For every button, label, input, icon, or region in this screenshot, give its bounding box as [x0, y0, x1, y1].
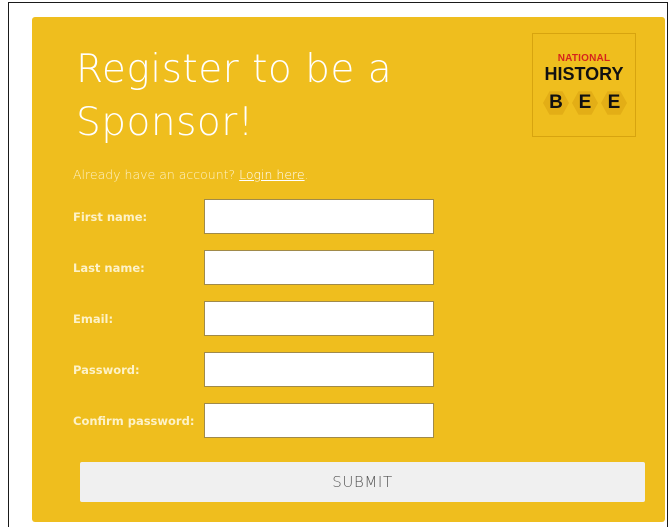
logo-hexagon-icon: E — [572, 90, 598, 116]
logo-letter: B — [549, 92, 563, 113]
email-input[interactable] — [204, 301, 434, 336]
logo-text-history: HISTORY — [544, 64, 624, 84]
page-title: Register to be a Sponsor! — [76, 47, 393, 145]
first-name-label: First name: — [73, 210, 148, 224]
first-name-input[interactable] — [204, 199, 434, 234]
logo-text-national: NATIONAL — [557, 53, 611, 64]
logo-hexagon-icon: E — [601, 90, 627, 116]
registration-panel: Register to be a Sponsor! NATIONAL HISTO… — [32, 17, 665, 522]
email-label: Email: — [73, 312, 114, 326]
login-prompt-suffix: . — [304, 167, 309, 182]
confirm-password-label: Confirm password: — [73, 414, 195, 428]
last-name-input[interactable] — [204, 250, 434, 285]
page-frame: Register to be a Sponsor! NATIONAL HISTO… — [8, 2, 668, 527]
national-history-bee-logo: NATIONAL HISTORY B E E — [532, 33, 636, 137]
logo-letter: E — [578, 92, 592, 113]
login-prompt-text: Already have an account? — [73, 167, 240, 182]
last-name-label: Last name: — [73, 261, 145, 275]
submit-button[interactable]: SUBMIT — [80, 462, 645, 502]
logo-bee-letters: B E E — [543, 90, 627, 116]
confirm-password-input[interactable] — [204, 403, 434, 438]
password-label: Password: — [73, 363, 140, 377]
login-link[interactable]: Login here — [239, 167, 304, 182]
login-prompt: Already have an account? Login here. — [73, 167, 309, 182]
logo-letter: E — [607, 92, 621, 113]
logo-hexagon-icon: B — [543, 90, 569, 116]
password-input[interactable] — [204, 352, 434, 387]
